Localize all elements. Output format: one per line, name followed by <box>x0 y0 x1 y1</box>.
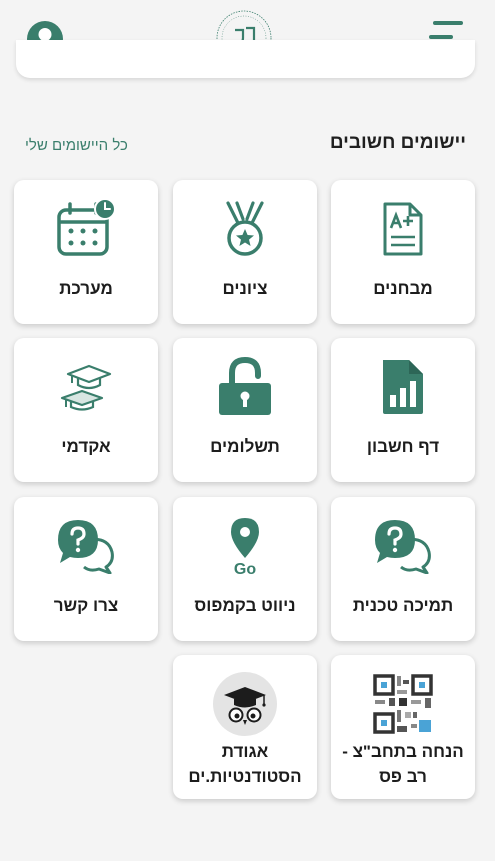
app-tile-label: תמיכה טכנית <box>352 596 454 615</box>
app-tile-account-statement[interactable]: דף חשבון <box>331 338 475 482</box>
previous-card <box>16 40 475 78</box>
app-tile-label: הנחה בתחב"צ - רב פס <box>342 742 464 786</box>
app-tile-transit-discount[interactable]: הנחה בתחב"צ - רב פס <box>331 655 475 799</box>
app-tile-label: מבחנים <box>373 279 433 298</box>
app-tile-grades[interactable]: ציונים <box>173 180 317 324</box>
app-tile-label: מערכת <box>59 279 113 298</box>
app-tile-contact-us[interactable]: צרו קשר <box>14 497 158 641</box>
app-tile-label: אגודת הסטודנטיות.ים <box>188 742 302 786</box>
spreadsheet-chart-icon <box>368 352 438 422</box>
app-tile-label: דף חשבון <box>366 437 440 456</box>
question-chat-icon <box>368 511 438 581</box>
app-tile-tech-support[interactable]: תמיכה טכנית <box>331 497 475 641</box>
app-tile-academic[interactable]: אקדמי <box>14 338 158 482</box>
exam-document-icon <box>368 194 438 264</box>
calendar-clock-icon <box>51 194 121 264</box>
graduation-caps-icon <box>51 352 121 422</box>
app-tile-schedule[interactable]: מערכת <box>14 180 158 324</box>
app-tile-label: ניווט בקמפוס <box>194 596 296 615</box>
unlocked-padlock-icon <box>210 352 280 422</box>
svg-text:Go: Go <box>234 561 256 576</box>
map-pin-go-icon: Go <box>210 511 280 581</box>
app-tile-label: צרו קשר <box>53 596 119 615</box>
app-tile-campus-navigation[interactable]: Go ניווט בקמפוס <box>173 497 317 641</box>
app-tile-payments[interactable]: תשלומים <box>173 338 317 482</box>
all-apps-link[interactable]: כל היישומים שלי <box>25 137 128 154</box>
app-tile-label: תשלומים <box>210 437 280 456</box>
qr-code-icon <box>368 669 438 739</box>
app-tile-student-union[interactable]: אגודת הסטודנטיות.ים <box>173 655 317 799</box>
app-tile-exams[interactable]: מבחנים <box>331 180 475 324</box>
question-chat-icon <box>51 511 121 581</box>
app-tile-label: אקדמי <box>61 437 111 456</box>
section-title: יישומים חשובים <box>329 132 466 153</box>
medal-icon <box>210 194 280 264</box>
app-tile-label: ציונים <box>222 279 268 298</box>
owl-graduate-icon <box>210 669 280 739</box>
